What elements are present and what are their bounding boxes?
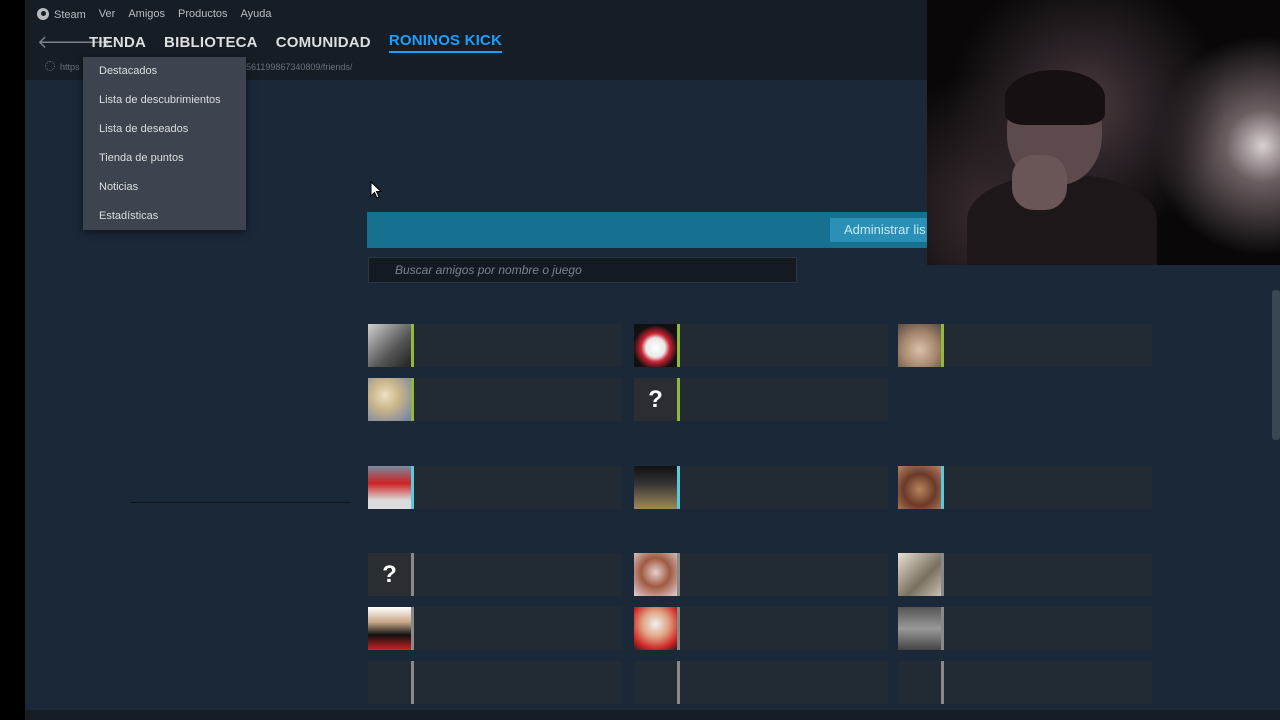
status-stripe <box>941 661 944 704</box>
friend-tile[interactable] <box>898 466 1152 509</box>
menu-steam-label: Steam <box>54 9 86 21</box>
status-stripe <box>677 466 680 509</box>
cat-avatar[interactable] <box>898 324 941 367</box>
friend-tile[interactable] <box>634 661 888 704</box>
store-dropdown-menu: Destacados Lista de descubrimientos List… <box>83 57 246 230</box>
status-stripe <box>411 661 414 704</box>
status-stripe <box>677 553 680 596</box>
menu-item-deseados[interactable]: Lista de deseados <box>83 118 246 147</box>
status-stripe <box>677 324 680 367</box>
status-stripe <box>411 607 414 650</box>
question-mark-avatar[interactable]: ? <box>634 378 677 421</box>
tab-comunidad[interactable]: COMUNIDAD <box>276 34 371 51</box>
bottom-bar <box>25 710 1280 720</box>
tab-roninos-kick[interactable]: RONINOS KICK <box>388 32 503 53</box>
loading-icon <box>45 61 55 71</box>
friend-tile[interactable] <box>898 661 1152 704</box>
arrow-right-icon[interactable]: 🡒 <box>63 32 111 53</box>
status-stripe <box>941 553 944 596</box>
menu-bar: Steam Ver Amigos Productos Ayuda <box>37 8 272 21</box>
status-stripe <box>941 324 944 367</box>
status-stripe <box>677 378 680 421</box>
divider <box>131 502 351 503</box>
friend-tile[interactable] <box>634 324 888 367</box>
friend-tile[interactable] <box>898 324 1152 367</box>
blonde-character-avatar[interactable] <box>368 378 411 421</box>
url-prefix[interactable]: https <box>60 62 80 72</box>
friend-tile[interactable] <box>634 466 888 509</box>
status-stripe <box>677 607 680 650</box>
url-bar <box>45 61 61 72</box>
landscape-avatar[interactable] <box>368 324 411 367</box>
tab-tienda[interactable]: TIENDA <box>89 34 146 51</box>
anime-girl-avatar[interactable] <box>634 553 677 596</box>
friend-tile[interactable] <box>368 661 622 704</box>
menu-amigos[interactable]: Amigos <box>128 8 165 21</box>
empty-avatar[interactable] <box>634 661 677 704</box>
status-stripe <box>677 661 680 704</box>
statue-avatar[interactable] <box>898 607 941 650</box>
friend-tile[interactable] <box>368 378 622 421</box>
railway-star-avatar[interactable] <box>634 466 677 509</box>
friend-tile[interactable] <box>898 553 1152 596</box>
masked-character-avatar[interactable] <box>634 324 677 367</box>
friend-tile[interactable] <box>634 607 888 650</box>
url-suffix[interactable]: 561199867340809/friends/ <box>246 62 352 72</box>
menu-ver[interactable]: Ver <box>99 8 116 21</box>
status-stripe <box>411 324 414 367</box>
status-stripe <box>941 607 944 650</box>
friend-tile[interactable] <box>368 466 622 509</box>
friend-tile[interactable] <box>368 607 622 650</box>
menu-item-puntos[interactable]: Tienda de puntos <box>83 147 246 176</box>
menu-steam[interactable]: Steam <box>37 8 86 21</box>
red-jacket-avatar[interactable] <box>368 466 411 509</box>
empty-avatar[interactable] <box>368 661 411 704</box>
friend-tile[interactable] <box>634 553 888 596</box>
friend-tile[interactable]: ? <box>368 553 622 596</box>
menu-item-noticias[interactable]: Noticias <box>83 176 246 205</box>
steam-logo-icon <box>37 8 49 20</box>
search-input[interactable] <box>369 258 796 282</box>
bandit-avatar[interactable] <box>898 466 941 509</box>
question-mark-avatar[interactable]: ? <box>368 553 411 596</box>
suited-man-avatar[interactable] <box>368 607 411 650</box>
nav-row: 🡐 🡒 TIENDA BIBLIOTECA COMUNIDAD RONINOS … <box>37 32 520 53</box>
scrollbar[interactable] <box>1272 290 1280 440</box>
menu-item-descubrimientos[interactable]: Lista de descubrimientos <box>83 89 246 118</box>
manage-list-button[interactable]: Administrar lis <box>830 218 932 242</box>
empty-avatar[interactable] <box>898 661 941 704</box>
friend-search[interactable] <box>368 257 797 283</box>
webcam-person-hand <box>1012 155 1067 210</box>
friend-tile[interactable] <box>898 607 1152 650</box>
arrow-left-icon[interactable]: 🡐 <box>37 32 85 53</box>
status-stripe <box>411 378 414 421</box>
status-stripe <box>941 466 944 509</box>
friend-tile[interactable] <box>368 324 622 367</box>
menu-item-destacados[interactable]: Destacados <box>83 60 246 89</box>
cat-sketch-avatar[interactable] <box>898 553 941 596</box>
status-stripe <box>411 553 414 596</box>
tab-biblioteca[interactable]: BIBLIOTECA <box>164 34 258 51</box>
status-stripe <box>411 466 414 509</box>
fox-mask-avatar[interactable] <box>634 607 677 650</box>
friend-tile[interactable]: ? <box>634 378 888 421</box>
webcam-person-hair <box>1005 70 1105 125</box>
menu-ayuda[interactable]: Ayuda <box>241 8 272 21</box>
webcam-overlay <box>927 0 1280 265</box>
menu-productos[interactable]: Productos <box>178 8 228 21</box>
menu-item-estadisticas[interactable]: Estadísticas <box>83 205 246 234</box>
